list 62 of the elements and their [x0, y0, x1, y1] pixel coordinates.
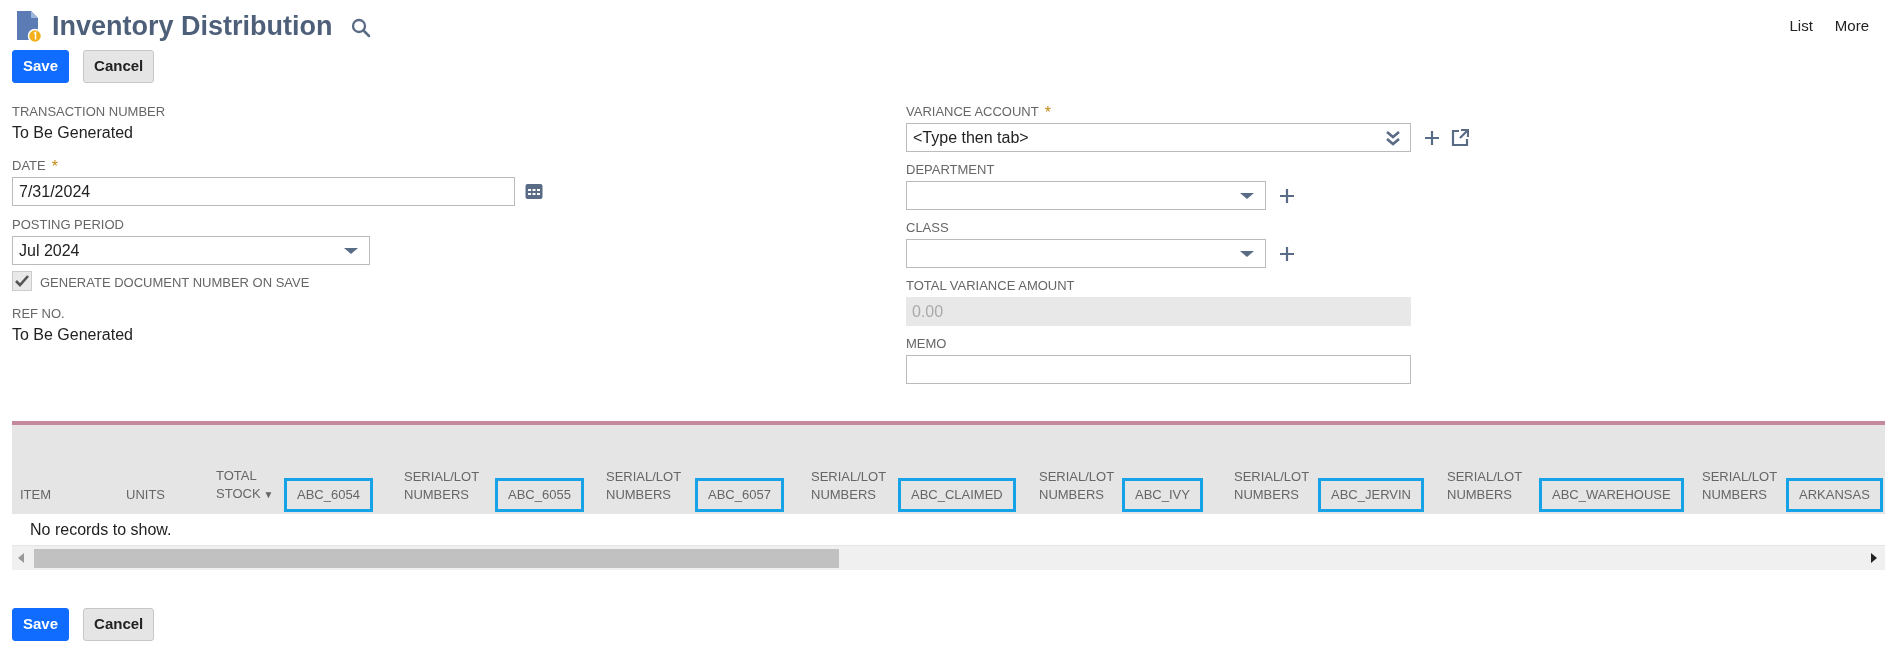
column-header[interactable]: UNITS: [118, 478, 173, 512]
field-label: POSTING PERIOD: [12, 218, 124, 231]
column-header[interactable]: SERIAL/LOT NUMBERS: [1694, 460, 1786, 512]
scroll-right-icon[interactable]: [1869, 553, 1879, 563]
caret-down-icon: [1239, 191, 1255, 200]
header-link[interactable]: List: [1789, 14, 1813, 38]
field-label: DATE: [12, 159, 46, 172]
open-link-icon[interactable]: [1451, 128, 1469, 147]
column-header[interactable]: ABC_6054: [284, 478, 373, 512]
required-marker: *: [1044, 104, 1051, 121]
column-header[interactable]: ARKANSAS: [1786, 478, 1883, 512]
save-button[interactable]: Save: [12, 50, 70, 83]
date-field[interactable]: 7/31/2024: [12, 177, 515, 206]
column-header[interactable]: SERIAL/LOT NUMBERS: [598, 460, 695, 512]
plus-icon[interactable]: [1280, 188, 1294, 203]
required-marker: *: [51, 158, 58, 175]
plus-icon[interactable]: [1425, 130, 1439, 145]
placeholder-text: <Type then tab>: [913, 127, 1029, 148]
column-header[interactable]: SERIAL/LOT NUMBERS: [1031, 460, 1122, 512]
memo-field[interactable]: [906, 355, 1411, 384]
variance-account-field[interactable]: <Type then tab>: [906, 123, 1411, 152]
field-value: Jul 2024: [19, 240, 80, 261]
column-header[interactable]: SERIAL/LOT NUMBERS: [396, 460, 495, 512]
dropdown-field[interactable]: [906, 239, 1266, 268]
field-value: To Be Generated: [12, 123, 134, 143]
field-label: TRANSACTION NUMBER: [12, 105, 166, 118]
column-header[interactable]: ABC_IVY: [1122, 478, 1203, 512]
amount-field: 0.00: [906, 297, 1411, 326]
field-label: CLASS: [906, 221, 949, 234]
save-button[interactable]: Save: [12, 608, 70, 641]
column-header[interactable]: SERIAL/LOT NUMBERS: [1226, 460, 1318, 512]
column-header[interactable]: SERIAL/LOT NUMBERS: [803, 460, 898, 512]
page-title: Inventory Distribution: [52, 12, 333, 40]
column-header[interactable]: SERIAL/LOT NUMBERS: [1439, 460, 1539, 512]
document-coin-icon: [14, 9, 42, 43]
field-label: REF NO.: [12, 306, 65, 320]
field-label: TOTAL VARIANCE AMOUNT: [906, 279, 1075, 292]
field-label: DEPARTMENT: [906, 163, 995, 176]
cancel-button[interactable]: Cancel: [83, 50, 155, 83]
field-label: VARIANCE ACCOUNT: [906, 105, 1039, 118]
double-chevron-icon: [1386, 129, 1400, 146]
dropdown-field[interactable]: [906, 181, 1266, 210]
column-header[interactable]: ABC_JERVIN: [1318, 478, 1424, 512]
column-header[interactable]: ABC_WAREHOUSE: [1539, 478, 1684, 512]
posting-period-dropdown[interactable]: Jul 2024: [12, 236, 370, 265]
field-value: To Be Generated: [12, 324, 134, 345]
calendar-icon[interactable]: [525, 183, 543, 200]
column-header[interactable]: ITEM: [12, 478, 60, 512]
checkbox-label: GENERATE DOCUMENT NUMBER ON SAVE: [40, 274, 310, 292]
horizontal-scrollbar[interactable]: [12, 546, 1885, 570]
field-label: MEMO: [906, 337, 947, 350]
column-header[interactable]: TOTAL STOCK ▼: [208, 459, 284, 512]
caret-down-icon: [343, 246, 359, 255]
cancel-button[interactable]: Cancel: [83, 608, 155, 641]
column-header[interactable]: ABC_6055: [495, 478, 584, 512]
header-link[interactable]: More: [1834, 14, 1869, 38]
column-header[interactable]: ABC_6057: [695, 478, 784, 512]
empty-message: No records to show.: [30, 519, 172, 540]
caret-down-icon: [1239, 249, 1255, 258]
plus-icon[interactable]: [1280, 246, 1294, 261]
column-header[interactable]: ABC_CLAIMED: [898, 478, 1016, 512]
search-icon[interactable]: [350, 18, 371, 38]
